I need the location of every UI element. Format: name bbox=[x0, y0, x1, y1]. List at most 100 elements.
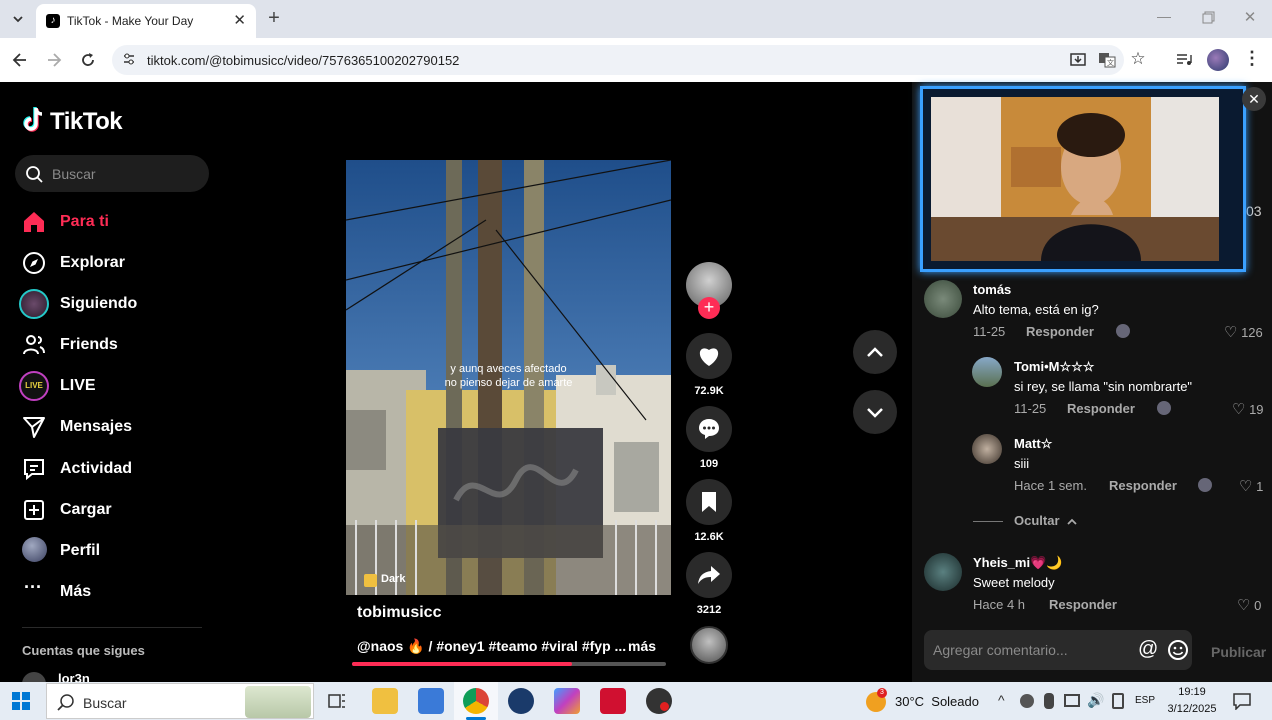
nav-friends[interactable]: Friends bbox=[22, 331, 212, 361]
volume-icon[interactable]: 🔊 bbox=[1087, 692, 1104, 709]
next-video-button[interactable] bbox=[853, 390, 897, 434]
share-button[interactable] bbox=[686, 552, 732, 598]
messages-icon bbox=[23, 417, 45, 438]
steam-icon[interactable] bbox=[508, 688, 534, 714]
weather-badge: 3 bbox=[877, 688, 887, 698]
comment-author[interactable]: Yheis_mi💗🌙 bbox=[973, 555, 1062, 571]
live-avatar-icon: LIVE bbox=[19, 371, 49, 401]
publish-button[interactable]: Publicar bbox=[1211, 644, 1266, 660]
nav-live[interactable]: LIVE LIVE bbox=[19, 371, 212, 402]
comment-author[interactable]: Matt☆ bbox=[1014, 436, 1052, 452]
network-icon[interactable] bbox=[1064, 694, 1080, 707]
back-icon[interactable] bbox=[10, 50, 30, 70]
tab-search-icon[interactable] bbox=[8, 9, 28, 29]
microsoft-store-icon[interactable] bbox=[418, 688, 444, 714]
profile-avatar-icon[interactable] bbox=[1207, 49, 1229, 71]
reply-button[interactable]: Responder bbox=[1109, 478, 1177, 493]
amd-software-icon[interactable] bbox=[600, 688, 626, 714]
tray-chevron-up-icon[interactable]: ^ bbox=[998, 692, 1005, 708]
windows-start-icon[interactable] bbox=[12, 692, 30, 710]
bookmark-star-icon[interactable]: ☆ bbox=[1128, 49, 1148, 69]
music-disc-avatar[interactable] bbox=[690, 626, 728, 664]
nav-perfil[interactable]: Perfil bbox=[22, 537, 212, 567]
chrome-icon[interactable] bbox=[463, 688, 489, 714]
activity-icon bbox=[24, 459, 44, 481]
comment-text: Sweet melody bbox=[973, 575, 1055, 590]
new-tab-icon[interactable]: + bbox=[264, 8, 284, 28]
address-bar-row: tiktok.com/@tobimusicc/video/75763651002… bbox=[0, 38, 1272, 82]
taskbar-search[interactable]: Buscar bbox=[46, 683, 314, 719]
minimize-icon[interactable]: — bbox=[1154, 8, 1174, 28]
menu-kebab-icon[interactable]: ⋮ bbox=[1242, 48, 1262, 68]
nav-explorar[interactable]: Explorar bbox=[22, 249, 212, 279]
comment-avatar[interactable] bbox=[972, 357, 1002, 387]
site-settings-icon[interactable] bbox=[122, 52, 136, 66]
effect-tag-icon bbox=[364, 574, 377, 587]
saves-count: 12.6K bbox=[694, 531, 724, 543]
search-input[interactable]: Buscar bbox=[15, 155, 209, 192]
nav-mensajes[interactable]: Mensajes bbox=[22, 413, 212, 443]
comment-avatar[interactable] bbox=[924, 280, 962, 318]
copilot-icon[interactable] bbox=[554, 688, 580, 714]
nav-para-ti[interactable]: Para ti bbox=[22, 208, 212, 238]
comment-like[interactable]: ♡ 0 bbox=[1237, 596, 1261, 614]
install-app-icon[interactable] bbox=[1068, 50, 1088, 70]
comment-date: 11-25 bbox=[1014, 401, 1047, 416]
svg-text:文: 文 bbox=[1107, 58, 1114, 67]
comment-author[interactable]: tomás bbox=[973, 282, 1011, 297]
restore-icon[interactable] bbox=[1198, 8, 1218, 28]
close-overlay-icon[interactable]: ✕ bbox=[1242, 87, 1266, 111]
more-link[interactable]: más bbox=[628, 638, 656, 654]
comment-input[interactable]: Agregar comentario... @ bbox=[924, 630, 1192, 670]
reply-button[interactable]: Responder bbox=[1067, 401, 1135, 416]
microphone-icon[interactable] bbox=[1044, 693, 1054, 709]
translate-icon[interactable]: 文 bbox=[1097, 50, 1117, 70]
nav-mas[interactable]: ··· Más bbox=[22, 577, 212, 608]
reload-icon[interactable] bbox=[78, 50, 98, 70]
reply-button[interactable]: Responder bbox=[1026, 324, 1094, 339]
comment-button[interactable] bbox=[686, 406, 732, 452]
clock-time[interactable]: 19:19 bbox=[1168, 686, 1216, 698]
language-indicator[interactable]: ESP bbox=[1135, 695, 1155, 706]
save-button[interactable] bbox=[686, 479, 732, 525]
progress-bar[interactable] bbox=[352, 662, 666, 666]
comment-date: Hace 1 sem. bbox=[1014, 478, 1087, 493]
media-controls-icon[interactable] bbox=[1174, 50, 1194, 70]
comment-like[interactable]: ♡ 1 bbox=[1239, 477, 1263, 495]
following-heading: Cuentas que sigues bbox=[22, 643, 145, 658]
like-button[interactable] bbox=[686, 333, 732, 379]
nav-label: Perfil bbox=[60, 542, 101, 559]
follow-plus-icon[interactable]: + bbox=[698, 297, 720, 319]
comment-author[interactable]: Tomi•M☆☆☆ bbox=[1014, 359, 1094, 375]
file-explorer-icon[interactable] bbox=[372, 688, 398, 714]
clock-date[interactable]: 3/12/2025 bbox=[1162, 703, 1222, 715]
weather-text[interactable]: 30°C Soleado bbox=[895, 694, 979, 709]
tray-app-icon[interactable] bbox=[1020, 694, 1034, 708]
reply-button[interactable]: Responder bbox=[1049, 597, 1117, 612]
video-player[interactable]: y aunq aveces afectado no pienso dejar d… bbox=[346, 160, 671, 595]
profile-avatar-icon bbox=[22, 537, 47, 562]
mention-icon[interactable]: @ bbox=[1138, 638, 1158, 661]
nav-label: Cargar bbox=[60, 501, 112, 518]
nav-actividad[interactable]: Actividad bbox=[22, 455, 212, 485]
comment-avatar[interactable] bbox=[972, 434, 1002, 464]
tiktok-logo[interactable]: TikTok bbox=[22, 106, 142, 138]
video-author[interactable]: tobimusicc bbox=[357, 604, 441, 622]
browser-tab[interactable]: ♪ TikTok - Make Your Day ✕ bbox=[36, 4, 256, 38]
comment-avatar[interactable] bbox=[924, 553, 962, 591]
chevron-down-icon bbox=[867, 408, 883, 418]
comment-like[interactable]: ♡ 19 bbox=[1232, 400, 1264, 418]
previous-video-button[interactable] bbox=[853, 330, 897, 374]
notifications-icon[interactable] bbox=[1232, 692, 1252, 710]
battery-icon[interactable] bbox=[1112, 693, 1124, 709]
window-close-icon[interactable]: ✕ bbox=[1240, 8, 1260, 28]
tab-close-icon[interactable]: ✕ bbox=[233, 11, 246, 29]
forward-icon[interactable] bbox=[44, 50, 64, 70]
speedometer-app-icon[interactable] bbox=[646, 688, 672, 714]
nav-cargar[interactable]: Cargar bbox=[22, 496, 212, 526]
comment-like[interactable]: ♡ 126 bbox=[1224, 323, 1263, 341]
url-bar[interactable]: tiktok.com/@tobimusicc/video/75763651002… bbox=[112, 45, 1124, 75]
emoji-icon[interactable] bbox=[1167, 639, 1189, 661]
nav-siguiendo[interactable]: Siguiendo bbox=[19, 289, 212, 320]
task-view-icon[interactable] bbox=[328, 692, 346, 710]
